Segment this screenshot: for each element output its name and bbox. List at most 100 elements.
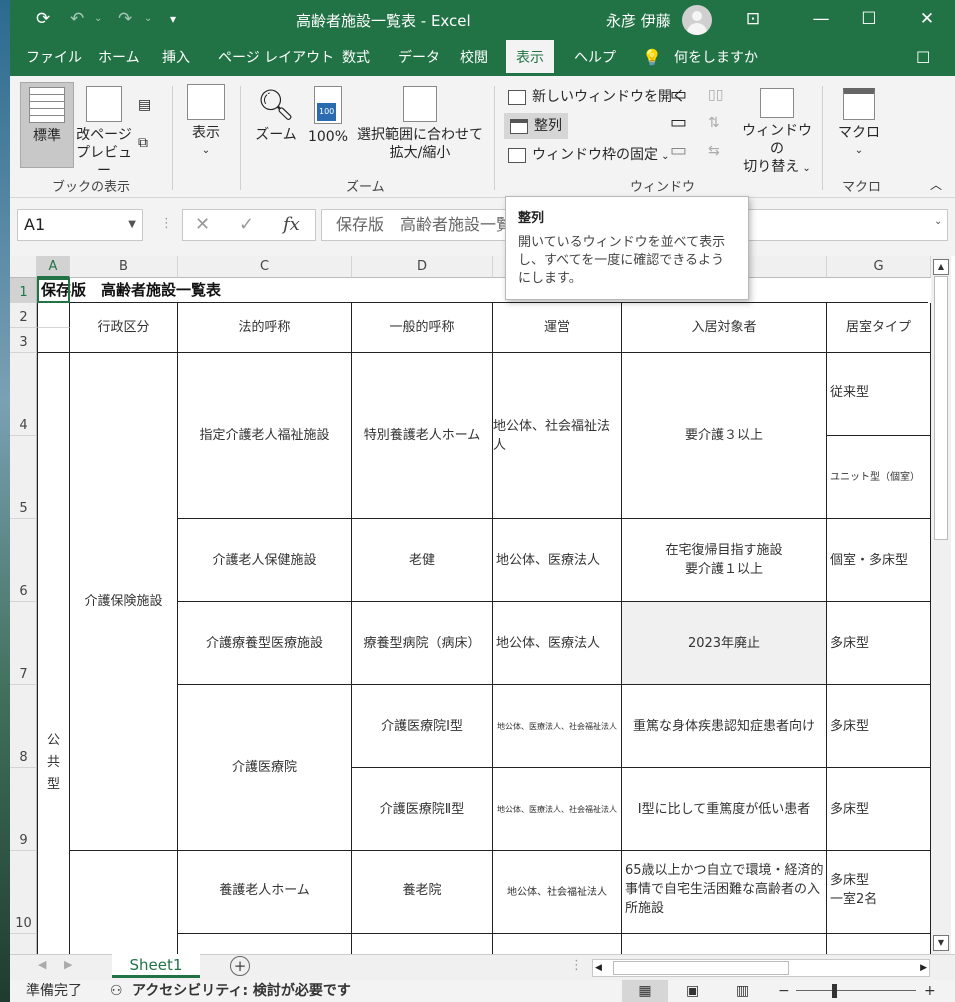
cell-c4[interactable]: 指定介護老人福祉施設 (178, 353, 352, 519)
zoom-slider[interactable] (796, 990, 916, 991)
freeze-panes-button[interactable]: ウィンドウ枠の固定 ⌄ (508, 144, 670, 168)
enter-icon[interactable]: ✓ (239, 210, 254, 240)
column-header-d[interactable]: D (352, 256, 493, 278)
cell-g6[interactable]: 個室・多床型 (827, 519, 931, 602)
column-header-c[interactable]: C (178, 256, 352, 278)
tab-splitter-icon[interactable]: ⋮ (570, 958, 583, 973)
select-all-corner[interactable] (10, 256, 37, 278)
cell-e7[interactable]: 地公体、医療法人 (493, 602, 622, 685)
cell-d8[interactable]: 介護医療院Ⅰ型 (352, 685, 493, 768)
row-header-3[interactable]: 3 (10, 328, 37, 353)
cell-f11[interactable] (622, 934, 827, 954)
insert-function-icon[interactable]: fx (283, 210, 300, 240)
cell-f7[interactable]: 2023年廃止 (622, 602, 827, 685)
column-header-g[interactable]: G (827, 256, 931, 278)
view-side-by-side-icon[interactable]: ▯▯ (708, 86, 723, 104)
custom-views-icon[interactable]: ⧉ (138, 134, 148, 152)
spreadsheet-grid[interactable]: A B C D E F G 1 2 3 4 5 6 7 8 9 10 保存版 高… (10, 256, 955, 954)
cell-care-insurance-facility[interactable]: 介護保険施設 (70, 353, 178, 851)
column-header-a[interactable]: A (37, 256, 70, 278)
cell-a2[interactable] (37, 303, 70, 328)
arrange-all-button[interactable]: 整列 (504, 113, 568, 139)
macros-button[interactable]: マクロ ⌄ (836, 88, 882, 160)
show-button[interactable]: 表示 ⌄ (182, 84, 230, 160)
tell-me-search[interactable]: 何をしますか (672, 40, 760, 76)
chevron-down-icon[interactable]: ▼ (128, 210, 136, 240)
cell-e8[interactable]: 地公体、医療法人、社会福祉法人 (493, 685, 622, 768)
cell-f8[interactable]: 重篤な身体疾患認知症患者向け (622, 685, 827, 768)
redo-dropdown-icon[interactable]: ⌄ (144, 8, 152, 30)
header-operator[interactable]: 運営 (493, 303, 622, 353)
close-button[interactable]: ✕ (912, 6, 942, 32)
new-window-button[interactable]: 新しいウィンドウを開く (508, 86, 686, 108)
scroll-tabs-right-icon[interactable]: ▶ (64, 958, 72, 971)
cell-c11[interactable] (178, 934, 352, 954)
scroll-down-icon[interactable]: ▼ (933, 935, 949, 951)
sheet-title[interactable]: 保存版 高齢者施設一覧表 (37, 278, 928, 303)
header-admin-category[interactable]: 行政区分 (70, 303, 178, 353)
maximize-button[interactable]: ☐ (854, 6, 884, 32)
cell-public-type[interactable]: 公 共 型 (37, 353, 70, 954)
zoom-slider-thumb[interactable] (832, 984, 837, 998)
column-header-b[interactable]: B (70, 256, 178, 278)
scroll-up-icon[interactable]: ▲ (933, 259, 949, 275)
tab-home[interactable]: ホーム (96, 40, 142, 76)
cell-d6[interactable]: 老健 (352, 519, 493, 602)
collapse-ribbon-icon[interactable]: ︿ (930, 176, 942, 194)
tab-data[interactable]: データ (396, 40, 442, 76)
unhide-icon[interactable]: ▭ (670, 142, 687, 160)
cell-g4[interactable]: 従来型 (827, 353, 931, 436)
scroll-tabs-left-icon[interactable]: ◀ (38, 958, 46, 971)
cancel-icon[interactable]: ✕ (195, 210, 210, 240)
cell-a3[interactable] (37, 328, 70, 353)
row-header-8[interactable]: 8 (10, 685, 37, 768)
synchronous-scroll-icon[interactable]: ⇅ (708, 114, 720, 132)
comments-icon[interactable]: ☐ (914, 40, 932, 76)
redo-icon[interactable]: ↷ (118, 8, 132, 30)
zoom-button[interactable]: 🔍︎ ズーム (252, 86, 300, 144)
row-header-4[interactable]: 4 (10, 353, 37, 436)
zoom-100-button[interactable]: 100 100% (306, 86, 350, 146)
hide-icon[interactable]: ▭ (670, 114, 687, 132)
page-break-preview-button[interactable]: 改ページ プレビュー (74, 86, 134, 180)
normal-view-button[interactable]: 標準 (20, 82, 74, 168)
row-header-1[interactable]: 1 (10, 278, 37, 303)
page-layout-view-icon[interactable]: ▤ (138, 96, 151, 114)
cell-d11[interactable] (352, 934, 493, 954)
sheet-tab-sheet1[interactable]: Sheet1 (112, 954, 200, 978)
vertical-scroll-thumb[interactable] (934, 276, 948, 540)
cell-b10[interactable] (70, 851, 178, 954)
cell-d10[interactable]: 養老院 (352, 851, 493, 934)
reset-window-position-icon[interactable]: ⇆ (708, 142, 720, 160)
cell-e9[interactable]: 地公体、医療法人、社会福祉法人 (493, 768, 622, 851)
page-layout-status-icon[interactable]: ▣ (686, 980, 699, 1002)
cell-c8[interactable]: 介護医療院 (178, 685, 352, 851)
row-header-2[interactable]: 2 (10, 303, 37, 328)
cell-e11[interactable] (493, 934, 622, 954)
tab-formulas[interactable]: 数式 (340, 40, 372, 76)
cell-d7[interactable]: 療養型病院（病床） (352, 602, 493, 685)
zoom-to-selection-button[interactable]: 選択範囲に合わせて 拡大/縮小 (356, 86, 484, 162)
header-legal-name[interactable]: 法的呼称 (178, 303, 352, 353)
avatar[interactable] (682, 5, 712, 35)
cell-f9[interactable]: Ⅰ型に比して重篤度が低い患者 (622, 768, 827, 851)
ribbon-display-options-icon[interactable]: ⊡ (738, 6, 768, 32)
row-header-6[interactable]: 6 (10, 519, 37, 602)
accessibility-status[interactable]: アクセシビリティ: 検討が必要です (132, 980, 351, 1002)
active-cell-a1[interactable] (37, 278, 70, 303)
cell-f4[interactable]: 要介護３以上 (622, 353, 827, 519)
name-box[interactable]: A1 ▼ (17, 209, 143, 241)
cell-f10[interactable]: 65歳以上かつ自立で環境・経済的事情で自宅生活困難な高齢者の入所施設 (622, 851, 827, 934)
zoom-in-icon[interactable]: + (924, 980, 936, 1002)
cell-e4[interactable]: 地公体、社会福祉法人 (493, 353, 622, 519)
tab-insert[interactable]: 挿入 (160, 40, 192, 76)
cell-g11[interactable] (827, 934, 931, 954)
vertical-scrollbar[interactable]: ▲ ▼ (931, 256, 951, 954)
row-header-9[interactable]: 9 (10, 768, 37, 851)
cell-g9[interactable]: 多床型 (827, 768, 931, 851)
cell-g7[interactable]: 多床型 (827, 602, 931, 685)
cell-d4[interactable]: 特別養護老人ホーム (352, 353, 493, 519)
cell-f6[interactable]: 在宅復帰目指す施設 要介護１以上 (622, 519, 827, 602)
row-header-7[interactable]: 7 (10, 602, 37, 685)
undo-icon[interactable]: ↶ (70, 8, 84, 30)
